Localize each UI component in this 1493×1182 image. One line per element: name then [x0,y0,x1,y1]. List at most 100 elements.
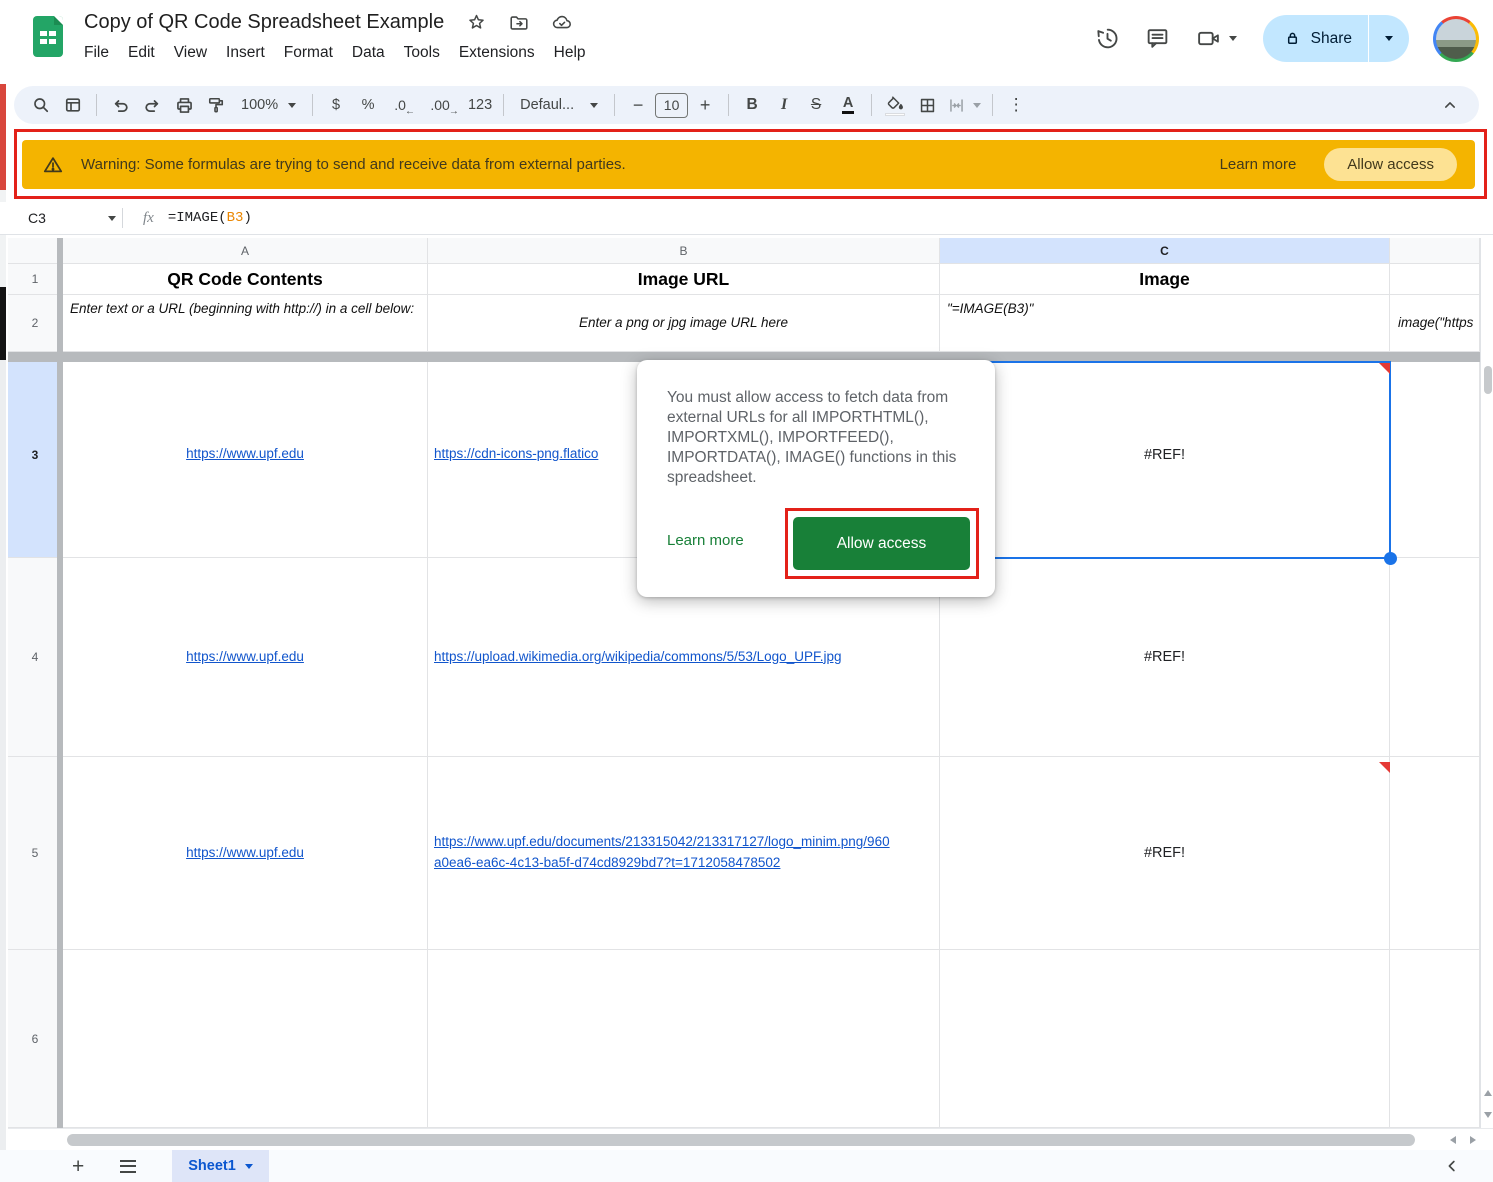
fill-color-icon[interactable] [880,91,910,119]
strikethrough-icon[interactable]: S [801,91,831,119]
cell-c5[interactable]: #REF! [940,757,1390,950]
row-header-2[interactable]: 2 [8,295,63,352]
cell-b1[interactable]: Image URL [428,264,940,295]
hide-toolbar-icon[interactable] [1435,91,1465,119]
undo-icon[interactable] [105,91,135,119]
horizontal-scrollbar[interactable] [8,1128,1493,1150]
paint-format-icon[interactable] [201,91,231,119]
cell-c4[interactable]: #REF! [940,558,1390,757]
more-formats-icon[interactable]: 123 [465,91,495,119]
cell-d6[interactable] [1390,950,1480,1128]
banner-allow-access-button[interactable]: Allow access [1324,148,1457,181]
cell-c1[interactable]: Image [940,264,1390,295]
cell-a2[interactable]: Enter text or a URL (beginning with http… [63,295,428,352]
menu-data[interactable]: Data [352,44,385,62]
search-menus-icon[interactable] [26,91,56,119]
cell-b2[interactable]: Enter a png or jpg image URL here [428,295,940,352]
row-header-1[interactable]: 1 [8,264,63,295]
text-color-icon[interactable]: A [833,91,863,119]
decrease-decimal-icon[interactable]: .0← [385,91,415,119]
menu-format[interactable]: Format [284,44,333,62]
video-call-dropdown-icon[interactable] [1229,36,1237,41]
zoom-select[interactable]: 100% [233,97,304,113]
cell-a4[interactable]: https://www.upf.edu [63,558,428,757]
font-size-input[interactable]: 10 [655,93,688,118]
format-currency-icon[interactable]: $ [321,91,351,119]
cell-c3[interactable]: #REF! [940,352,1390,558]
row-header-3[interactable]: 3 [8,352,63,558]
column-header-b[interactable]: B [428,238,940,264]
vertical-scrollbar[interactable] [1480,238,1493,1128]
cell-d5[interactable] [1390,757,1480,950]
document-title[interactable]: Copy of QR Code Spreadsheet Example [84,11,444,34]
italic-icon[interactable]: I [769,91,799,119]
borders-icon[interactable] [912,91,942,119]
vertical-scrollbar-thumb[interactable] [1484,366,1492,394]
cell-d3[interactable] [1390,352,1480,558]
menu-help[interactable]: Help [554,44,586,62]
row-header-6[interactable]: 6 [8,950,63,1128]
font-select[interactable]: Defaul... [512,97,606,113]
tab-sheet1[interactable]: Sheet1 [172,1150,269,1182]
scroll-right-icon[interactable] [1470,1136,1476,1144]
scroll-down-icon[interactable] [1484,1112,1492,1118]
menu-insert[interactable]: Insert [226,44,265,62]
table-view-icon[interactable] [58,91,88,119]
menu-extensions[interactable]: Extensions [459,44,535,62]
menu-tools[interactable]: Tools [404,44,440,62]
version-history-icon[interactable] [1095,26,1121,52]
name-box-dropdown-icon[interactable] [108,216,116,221]
all-sheets-icon[interactable] [120,1160,136,1173]
dialog-allow-access-button[interactable]: Allow access [793,517,970,570]
cell-b6[interactable] [428,950,940,1128]
cell-b5[interactable]: https://www.upf.edu/documents/213315042/… [428,757,940,950]
scroll-up-icon[interactable] [1484,1090,1492,1096]
column-header-d[interactable] [1390,238,1480,264]
name-box[interactable]: C3 [0,210,100,226]
frozen-columns-divider[interactable] [57,238,63,1128]
menu-edit[interactable]: Edit [128,44,155,62]
share-dropdown-button[interactable] [1369,15,1409,62]
scroll-left-icon[interactable] [1450,1136,1456,1144]
more-options-icon[interactable]: ⋮ [1001,91,1031,119]
cell-a1[interactable]: QR Code Contents [63,264,428,295]
cell-c2[interactable]: "=IMAGE(B3)" [940,295,1390,352]
decrease-font-size-icon[interactable]: − [623,91,653,119]
increase-decimal-icon[interactable]: .00→ [425,91,455,119]
bold-icon[interactable]: B [737,91,767,119]
menu-view[interactable]: View [174,44,207,62]
add-sheet-button[interactable]: + [72,1156,84,1177]
row-header-5[interactable]: 5 [8,757,63,950]
row-header-4[interactable]: 4 [8,558,63,757]
column-header-c[interactable]: C [940,238,1390,264]
print-icon[interactable] [169,91,199,119]
menu-file[interactable]: File [84,44,109,62]
banner-learn-more-link[interactable]: Learn more [1220,156,1297,173]
video-call-icon[interactable] [1195,26,1239,52]
sheets-logo-icon[interactable] [33,16,63,57]
fill-handle[interactable] [1384,552,1397,565]
collapse-panel-icon[interactable] [1443,1157,1461,1175]
move-folder-icon[interactable] [508,12,530,34]
dialog-learn-more-link[interactable]: Learn more [667,532,744,549]
cell-a5[interactable]: https://www.upf.edu [63,757,428,950]
cloud-status-icon[interactable] [551,12,573,34]
cell-d4[interactable] [1390,558,1480,757]
select-all-corner[interactable] [8,238,63,264]
comments-icon[interactable] [1145,26,1171,52]
account-avatar[interactable] [1433,16,1479,62]
horizontal-scrollbar-thumb[interactable] [67,1134,1415,1146]
cell-c6[interactable] [940,950,1390,1128]
format-percent-icon[interactable]: % [353,91,383,119]
formula-input[interactable]: =IMAGE(B3) [168,210,252,226]
share-button[interactable]: Share [1263,15,1368,62]
cell-a6[interactable] [63,950,428,1128]
cell-d1[interactable] [1390,264,1480,295]
star-icon[interactable] [465,12,487,34]
cell-a3[interactable]: https://www.upf.edu [63,352,428,558]
cell-d2[interactable]: image("https [1390,295,1480,352]
redo-icon[interactable] [137,91,167,119]
sheet-tab-menu-icon[interactable] [245,1164,253,1169]
column-header-a[interactable]: A [63,238,428,264]
merge-cells-icon[interactable] [944,91,984,119]
